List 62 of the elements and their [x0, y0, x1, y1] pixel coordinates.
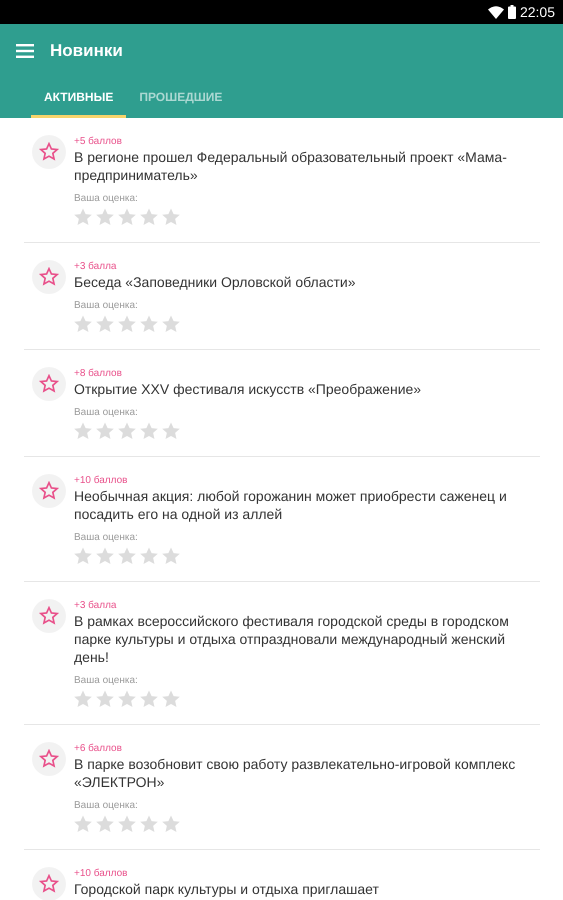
news-title[interactable]: Открытие XXV фестиваля искусств «Преображение» [74, 380, 540, 398]
rating-star[interactable] [74, 547, 92, 565]
rating-label: Ваша оценка: [74, 531, 139, 544]
rating-star[interactable] [96, 815, 114, 833]
rating-star[interactable] [96, 422, 114, 440]
news-title[interactable]: Городской парк культуры и отдыха приглашает [74, 880, 540, 898]
rating-label: Ваша оценка: [74, 406, 139, 419]
rating-star[interactable] [96, 547, 114, 565]
rating-label: Ваша оценка: [74, 674, 139, 687]
points-label: +10 баллов [74, 474, 128, 487]
rating-star[interactable] [140, 422, 158, 440]
rating-star[interactable] [162, 690, 180, 708]
rating-star[interactable] [96, 315, 114, 333]
rating-star[interactable] [162, 315, 180, 333]
news-title[interactable]: Беседа «Заповедники Орловской области» [74, 273, 540, 291]
screen-title: Новинки [50, 40, 123, 62]
points-label: +8 баллов [74, 367, 123, 380]
star-badge-icon [32, 742, 66, 776]
rating-star[interactable] [118, 208, 136, 226]
points-label: +5 баллов [74, 135, 123, 148]
news-title[interactable]: Необычная акция: любой горожанин может приобрести саженец и посадить его на одной из аллей [74, 487, 540, 523]
star-badge-icon [32, 367, 66, 401]
rating-star[interactable] [140, 315, 158, 333]
battery-icon [508, 5, 516, 19]
rating-star[interactable] [96, 208, 114, 226]
rating-star[interactable] [162, 547, 180, 565]
rating-label: Ваша оценка: [74, 799, 139, 812]
rating-star[interactable] [140, 815, 158, 833]
news-title[interactable]: В парке возобновит свою работу развлекательно-игровой комплекс «ЭЛЕКТРОН» [74, 755, 540, 791]
points-label: +3 балла [74, 260, 118, 273]
rating-star[interactable] [74, 690, 92, 708]
rating-star[interactable] [118, 815, 136, 833]
rating-star[interactable] [162, 208, 180, 226]
rating-star[interactable] [118, 422, 136, 440]
rating-star[interactable] [162, 422, 180, 440]
rating-star[interactable] [118, 315, 136, 333]
rating-star[interactable] [74, 422, 92, 440]
menu-button[interactable] [16, 44, 34, 58]
star-badge-icon [32, 260, 66, 294]
star-badge-icon [32, 474, 66, 508]
rating-star[interactable] [118, 690, 136, 708]
rating-star[interactable] [140, 690, 158, 708]
wifi-icon [488, 6, 504, 18]
rating-label: Ваша оценка: [74, 192, 139, 205]
rating-label: Ваша оценка: [74, 299, 139, 312]
rating-star[interactable] [140, 547, 158, 565]
rating-star[interactable] [96, 690, 114, 708]
news-title[interactable]: В регионе прошел Федеральный образовательный проект «Мама-предприниматель» [74, 148, 540, 184]
star-badge-icon [32, 867, 66, 900]
points-label: +6 баллов [74, 742, 123, 755]
clock-time: 22:05 [520, 2, 555, 22]
star-badge-icon [32, 599, 66, 633]
rating-star[interactable] [74, 315, 92, 333]
points-label: +3 балла [74, 599, 118, 612]
rating-star[interactable] [74, 815, 92, 833]
star-badge-icon [32, 135, 66, 169]
news-title[interactable]: В рамках всероссийского фестиваля городской среды в городском парке культуры и отдыха отпраздновали международный женский день! [74, 612, 540, 666]
rating-star[interactable] [140, 208, 158, 226]
rating-star[interactable] [118, 547, 136, 565]
rating-star[interactable] [162, 815, 180, 833]
rating-star[interactable] [74, 208, 92, 226]
points-label: +10 баллов [74, 867, 128, 880]
